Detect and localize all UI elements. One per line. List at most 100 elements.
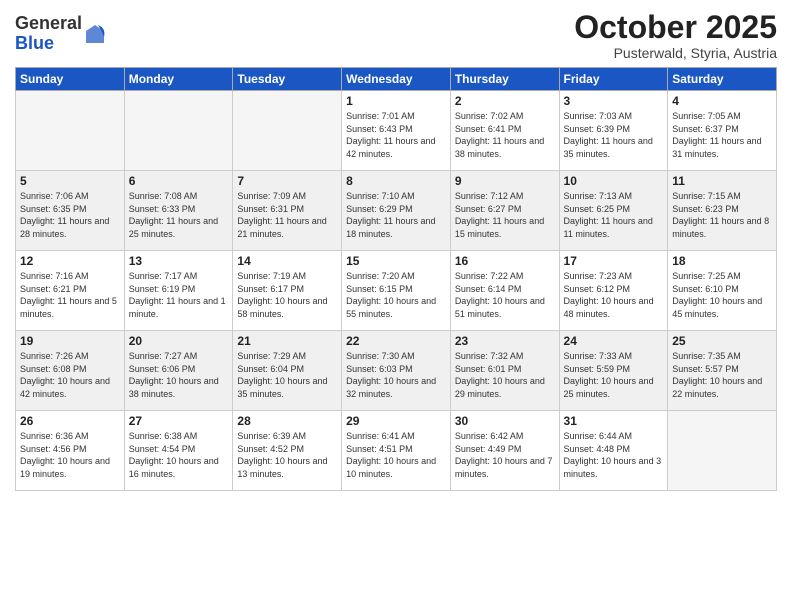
- day-number: 14: [237, 254, 337, 268]
- calendar-day-cell: 22 Sunrise: 7:30 AM Sunset: 6:03 PM Dayli…: [342, 331, 451, 411]
- day-info: Sunrise: 6:38 AM Sunset: 4:54 PM Dayligh…: [129, 430, 229, 480]
- day-number: 6: [129, 174, 229, 188]
- calendar-week-row: 5Sunrise: 7:06 AM Sunset: 6:35 PM Daylig…: [16, 171, 777, 251]
- day-number: 16: [455, 254, 555, 268]
- calendar-week-row: 26 Sunrise: 6:36 AM Sunset: 4:56 PM Dayli…: [16, 411, 777, 491]
- logo-text-block: General Blue: [15, 14, 82, 54]
- logo-blue: Blue: [15, 33, 54, 53]
- day-number: 7: [237, 174, 337, 188]
- calendar-day-cell: 7 Sunrise: 7:09 AM Sunset: 6:31 PM Daylig…: [233, 171, 342, 251]
- day-number: 10: [564, 174, 664, 188]
- title-area: October 2025 Pusterwald, Styria, Austria: [574, 10, 777, 61]
- day-number: 17: [564, 254, 664, 268]
- weekday-header-row: SundayMondayTuesdayWednesdayThursdayFrid…: [16, 68, 777, 91]
- day-info: Sunrise: 7:08 AM Sunset: 6:33 PM Dayligh…: [129, 190, 229, 240]
- calendar-day-cell: [16, 91, 125, 171]
- day-info: Sunrise: 6:41 AM Sunset: 4:51 PM Dayligh…: [346, 430, 446, 480]
- calendar-day-cell: 3Sunrise: 7:03 AM Sunset: 6:39 PM Daylig…: [559, 91, 668, 171]
- calendar-day-cell: 24Sunrise: 7:33 AM Sunset: 5:59 PM Dayli…: [559, 331, 668, 411]
- day-number: 1: [346, 94, 446, 108]
- day-info: Sunrise: 7:33 AM Sunset: 5:59 PM Dayligh…: [564, 350, 664, 400]
- day-info: Sunrise: 7:23 AM Sunset: 6:12 PM Dayligh…: [564, 270, 664, 320]
- day-number: 26: [20, 414, 120, 428]
- day-info: Sunrise: 6:44 AM Sunset: 4:48 PM Dayligh…: [564, 430, 664, 480]
- day-info: Sunrise: 7:20 AM Sunset: 6:15 PM Dayligh…: [346, 270, 446, 320]
- logo-general: General: [15, 13, 82, 33]
- calendar-day-cell: 2 Sunrise: 7:02 AM Sunset: 6:41 PM Daylig…: [450, 91, 559, 171]
- day-info: Sunrise: 7:16 AM Sunset: 6:21 PM Dayligh…: [20, 270, 120, 320]
- calendar-day-cell: 16 Sunrise: 7:22 AM Sunset: 6:14 PM Dayli…: [450, 251, 559, 331]
- weekday-header-tuesday: Tuesday: [233, 68, 342, 91]
- calendar-day-cell: 18 Sunrise: 7:25 AM Sunset: 6:10 PM Dayli…: [668, 251, 777, 331]
- calendar-day-cell: 21Sunrise: 7:29 AM Sunset: 6:04 PM Dayli…: [233, 331, 342, 411]
- logo: General Blue: [15, 14, 106, 54]
- calendar-day-cell: 27 Sunrise: 6:38 AM Sunset: 4:54 PM Dayli…: [124, 411, 233, 491]
- calendar-day-cell: 23Sunrise: 7:32 AM Sunset: 6:01 PM Dayli…: [450, 331, 559, 411]
- calendar-day-cell: 15 Sunrise: 7:20 AM Sunset: 6:15 PM Dayli…: [342, 251, 451, 331]
- day-info: Sunrise: 7:27 AM Sunset: 6:06 PM Dayligh…: [129, 350, 229, 400]
- day-info: Sunrise: 7:15 AM Sunset: 6:23 PM Dayligh…: [672, 190, 772, 240]
- weekday-header-saturday: Saturday: [668, 68, 777, 91]
- day-info: Sunrise: 7:26 AM Sunset: 6:08 PM Dayligh…: [20, 350, 120, 400]
- day-info: Sunrise: 7:30 AM Sunset: 6:03 PM Dayligh…: [346, 350, 446, 400]
- calendar-table: SundayMondayTuesdayWednesdayThursdayFrid…: [15, 67, 777, 491]
- calendar-day-cell: [668, 411, 777, 491]
- calendar-day-cell: 10 Sunrise: 7:13 AM Sunset: 6:25 PM Dayli…: [559, 171, 668, 251]
- weekday-header-friday: Friday: [559, 68, 668, 91]
- day-info: Sunrise: 7:25 AM Sunset: 6:10 PM Dayligh…: [672, 270, 772, 320]
- day-number: 27: [129, 414, 229, 428]
- day-info: Sunrise: 7:12 AM Sunset: 6:27 PM Dayligh…: [455, 190, 555, 240]
- logo-icon: [84, 23, 106, 45]
- day-info: Sunrise: 7:13 AM Sunset: 6:25 PM Dayligh…: [564, 190, 664, 240]
- day-number: 15: [346, 254, 446, 268]
- calendar-day-cell: 4 Sunrise: 7:05 AM Sunset: 6:37 PM Daylig…: [668, 91, 777, 171]
- day-number: 20: [129, 334, 229, 348]
- weekday-header-sunday: Sunday: [16, 68, 125, 91]
- day-number: 22: [346, 334, 446, 348]
- day-info: Sunrise: 7:05 AM Sunset: 6:37 PM Dayligh…: [672, 110, 772, 160]
- day-number: 28: [237, 414, 337, 428]
- day-number: 12: [20, 254, 120, 268]
- day-info: Sunrise: 7:10 AM Sunset: 6:29 PM Dayligh…: [346, 190, 446, 240]
- calendar-day-cell: 26 Sunrise: 6:36 AM Sunset: 4:56 PM Dayli…: [16, 411, 125, 491]
- calendar-day-cell: 28Sunrise: 6:39 AM Sunset: 4:52 PM Dayli…: [233, 411, 342, 491]
- day-number: 13: [129, 254, 229, 268]
- day-number: 21: [237, 334, 337, 348]
- calendar-day-cell: 19Sunrise: 7:26 AM Sunset: 6:08 PM Dayli…: [16, 331, 125, 411]
- day-info: Sunrise: 7:06 AM Sunset: 6:35 PM Dayligh…: [20, 190, 120, 240]
- calendar-day-cell: 6 Sunrise: 7:08 AM Sunset: 6:33 PM Daylig…: [124, 171, 233, 251]
- day-number: 31: [564, 414, 664, 428]
- calendar-week-row: 1 Sunrise: 7:01 AM Sunset: 6:43 PM Daylig…: [16, 91, 777, 171]
- day-info: Sunrise: 7:19 AM Sunset: 6:17 PM Dayligh…: [237, 270, 337, 320]
- calendar-day-cell: [124, 91, 233, 171]
- day-number: 2: [455, 94, 555, 108]
- calendar-day-cell: 25 Sunrise: 7:35 AM Sunset: 5:57 PM Dayli…: [668, 331, 777, 411]
- calendar-day-cell: 5Sunrise: 7:06 AM Sunset: 6:35 PM Daylig…: [16, 171, 125, 251]
- calendar-day-cell: 8 Sunrise: 7:10 AM Sunset: 6:29 PM Daylig…: [342, 171, 451, 251]
- weekday-header-monday: Monday: [124, 68, 233, 91]
- day-info: Sunrise: 6:36 AM Sunset: 4:56 PM Dayligh…: [20, 430, 120, 480]
- calendar-day-cell: 12 Sunrise: 7:16 AM Sunset: 6:21 PM Dayli…: [16, 251, 125, 331]
- day-number: 23: [455, 334, 555, 348]
- day-number: 30: [455, 414, 555, 428]
- day-info: Sunrise: 7:02 AM Sunset: 6:41 PM Dayligh…: [455, 110, 555, 160]
- day-info: Sunrise: 7:09 AM Sunset: 6:31 PM Dayligh…: [237, 190, 337, 240]
- subtitle: Pusterwald, Styria, Austria: [574, 45, 777, 61]
- day-number: 25: [672, 334, 772, 348]
- header-area: General Blue October 2025 Pusterwald, St…: [15, 10, 777, 61]
- day-number: 8: [346, 174, 446, 188]
- weekday-header-wednesday: Wednesday: [342, 68, 451, 91]
- calendar-container: General Blue October 2025 Pusterwald, St…: [0, 0, 792, 612]
- day-number: 4: [672, 94, 772, 108]
- calendar-day-cell: 17 Sunrise: 7:23 AM Sunset: 6:12 PM Dayli…: [559, 251, 668, 331]
- day-info: Sunrise: 7:35 AM Sunset: 5:57 PM Dayligh…: [672, 350, 772, 400]
- day-info: Sunrise: 6:42 AM Sunset: 4:49 PM Dayligh…: [455, 430, 555, 480]
- day-info: Sunrise: 7:01 AM Sunset: 6:43 PM Dayligh…: [346, 110, 446, 160]
- calendar-day-cell: [233, 91, 342, 171]
- calendar-day-cell: 31 Sunrise: 6:44 AM Sunset: 4:48 PM Dayli…: [559, 411, 668, 491]
- day-number: 18: [672, 254, 772, 268]
- calendar-day-cell: 20 Sunrise: 7:27 AM Sunset: 6:06 PM Dayli…: [124, 331, 233, 411]
- day-number: 3: [564, 94, 664, 108]
- calendar-day-cell: 29Sunrise: 6:41 AM Sunset: 4:51 PM Dayli…: [342, 411, 451, 491]
- day-info: Sunrise: 7:22 AM Sunset: 6:14 PM Dayligh…: [455, 270, 555, 320]
